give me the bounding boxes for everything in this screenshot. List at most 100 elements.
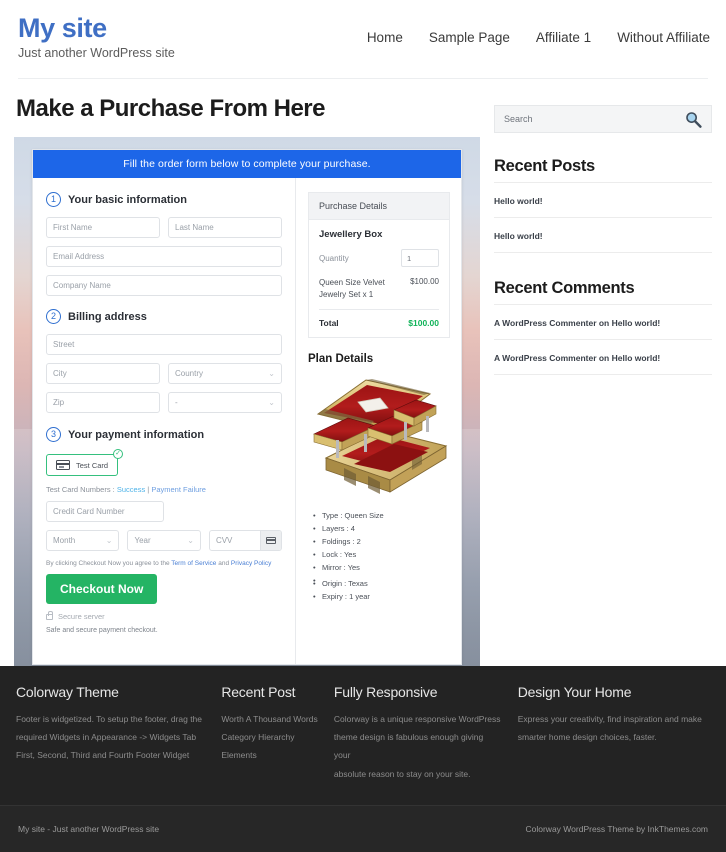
zip-state-row: Zip - ⌄ [46, 392, 282, 413]
step-3-heading: 3 Your payment information [46, 427, 282, 442]
footer-text-line: First, Second, Third and Fourth Footer W… [16, 750, 190, 761]
street-input[interactable]: Street [46, 334, 282, 355]
search-input[interactable]: Search [504, 114, 533, 124]
total-row: Total $100.00 [319, 318, 439, 328]
footer-link[interactable]: Category Hierarchy [221, 732, 294, 742]
footer-site-credit: My site - Just another WordPress site [18, 824, 160, 834]
order-body: 1 Your basic information First Name Last… [33, 178, 461, 664]
street-row: Street [46, 334, 282, 355]
content-area: Make a Purchase From Here Fill the order… [0, 79, 726, 677]
main-column: Make a Purchase From Here Fill the order… [14, 95, 480, 677]
step-2-number: 2 [46, 309, 61, 324]
city-input[interactable]: City [46, 363, 160, 384]
step-1-heading: 1 Your basic information [46, 192, 282, 207]
footer-column-text: Express your creativity, find inspiratio… [518, 710, 710, 747]
recent-comment-link[interactable]: A WordPress Commenter on Hello world! [494, 318, 660, 328]
list-item: A WordPress Commenter on Hello world! [494, 339, 712, 375]
purchase-details-body: Jewellery Box Quantity 1 Queen Size Velv… [309, 220, 449, 337]
footer-link[interactable]: Worth A Thousand Words [221, 714, 317, 724]
page-root: My site Just another WordPress site Home… [0, 0, 726, 852]
plan-item: Origin : Texas [313, 578, 450, 591]
year-select[interactable]: Year ⌄ [127, 530, 201, 551]
plan-item: Type : Queen Size [313, 510, 450, 523]
plan-details-list: Type : Queen Size Layers : 4 Foldings : … [308, 510, 450, 603]
name-row: First Name Last Name [46, 217, 282, 238]
footer-link[interactable]: Elements [221, 750, 256, 760]
footer-column-text: Worth A Thousand Words Category Hierarch… [221, 710, 318, 765]
terms-of-service-link[interactable]: Term of Service [171, 560, 216, 567]
month-select-value: Month [53, 536, 76, 545]
search-widget[interactable]: Search [494, 105, 712, 133]
total-value: $100.00 [408, 318, 439, 329]
checkout-now-button[interactable]: Checkout Now [46, 574, 158, 604]
hero-background-image: Fill the order form below to complete yo… [14, 137, 480, 677]
test-card-option[interactable]: Test Card [46, 454, 119, 476]
lock-icon [46, 611, 54, 620]
year-select-value: Year [134, 536, 151, 545]
jewellery-box-image [313, 379, 448, 495]
footer-column-text: Footer is widgetized. To setup the foote… [16, 710, 205, 765]
footer-column-3: Fully Responsive Colorway is a unique re… [334, 684, 518, 783]
nav-item-home[interactable]: Home [367, 30, 403, 45]
footer-text-line: theme design is fabulous enough giving y… [333, 732, 484, 761]
order-banner: Fill the order form below to complete yo… [33, 150, 461, 178]
quantity-input[interactable]: 1 [401, 249, 439, 267]
plan-item: Mirror : Yes [313, 562, 450, 575]
nav-item-without-affiliate[interactable]: Without Affiliate [617, 30, 710, 45]
footer-theme-credit[interactable]: Colorway WordPress Theme by InkThemes.co… [526, 824, 709, 834]
purchase-details-column: Purchase Details Jewellery Box Quantity … [295, 178, 462, 664]
quantity-row: Quantity 1 [319, 249, 439, 267]
footer-text-line: Colorway is a unique responsive WordPres… [333, 713, 501, 724]
cvv-help-button[interactable] [260, 531, 281, 550]
recent-posts-heading: Recent Posts [494, 157, 595, 175]
cvv-input[interactable]: CVV [208, 530, 282, 551]
country-select[interactable]: Country ⌄ [168, 363, 282, 384]
state-select[interactable]: - ⌄ [168, 392, 282, 413]
company-name-input[interactable]: Company Name [46, 275, 282, 296]
state-select-value: - [175, 398, 178, 407]
total-divider [319, 309, 439, 311]
test-card-option-wrap: Test Card ✓ [46, 449, 124, 476]
email-input[interactable]: Email Address [46, 246, 282, 267]
plan-item: Expiry : 1 year [313, 591, 450, 604]
plan-item: Foldings : 2 [313, 536, 450, 549]
terms-prefix: By clicking Checkout Now you agree to th… [46, 560, 172, 567]
list-item: A WordPress Commenter on Hello world! [494, 304, 712, 339]
site-footer: Colorway Theme Footer is widgetized. To … [0, 665, 726, 852]
order-form-column: 1 Your basic information First Name Last… [33, 178, 295, 664]
month-select[interactable]: Month ⌄ [46, 530, 120, 551]
chevron-down-icon: ⌄ [268, 369, 275, 378]
footer-text-line: Express your creativity, find inspiratio… [517, 713, 702, 724]
list-item: Hello world! [494, 217, 712, 253]
plan-item: Layers : 4 [313, 523, 450, 536]
step-1-number: 1 [46, 192, 61, 207]
search-icon[interactable] [685, 111, 702, 128]
step-1-label: Your basic information [68, 193, 187, 206]
step-3-number: 3 [46, 427, 61, 442]
test-failure-link[interactable]: Payment Failure [151, 485, 206, 494]
recent-post-link[interactable]: Hello world! [494, 196, 543, 206]
footer-bottom-bar: My site - Just another WordPress site Co… [0, 805, 726, 852]
recent-post-link[interactable]: Hello world! [494, 231, 543, 241]
zip-input[interactable]: Zip [46, 392, 160, 413]
recent-comments-list: A WordPress Commenter on Hello world! A … [494, 304, 712, 375]
terms-note: By clicking Checkout Now you agree to th… [46, 560, 282, 567]
secure-server-label: Secure server [58, 612, 105, 621]
purchase-details-heading: Purchase Details [309, 193, 449, 220]
recent-comment-link[interactable]: A WordPress Commenter on Hello world! [494, 353, 660, 363]
privacy-policy-link[interactable]: Privacy Policy [231, 560, 271, 567]
plan-item: Lock : Yes [313, 549, 450, 562]
first-name-input[interactable]: First Name [46, 217, 160, 238]
nav-item-sample-page[interactable]: Sample Page [429, 30, 510, 45]
nav-item-affiliate-1[interactable]: Affiliate 1 [536, 30, 591, 45]
test-success-link[interactable]: Success [117, 485, 145, 494]
footer-column-2: Recent Post Worth A Thousand Words Categ… [221, 684, 334, 783]
expiry-cvv-row: Month ⌄ Year ⌄ CVV [46, 530, 282, 551]
chevron-down-icon: ⌄ [268, 398, 275, 407]
footer-column-1: Colorway Theme Footer is widgetized. To … [16, 684, 221, 783]
last-name-input[interactable]: Last Name [168, 217, 282, 238]
test-card-numbers-note: Test Card Numbers : Success | Payment Fa… [46, 485, 282, 494]
site-header: My site Just another WordPress site Home… [0, 0, 726, 78]
credit-card-row: Credit Card Number [46, 501, 282, 522]
credit-card-number-input[interactable]: Credit Card Number [46, 501, 164, 522]
